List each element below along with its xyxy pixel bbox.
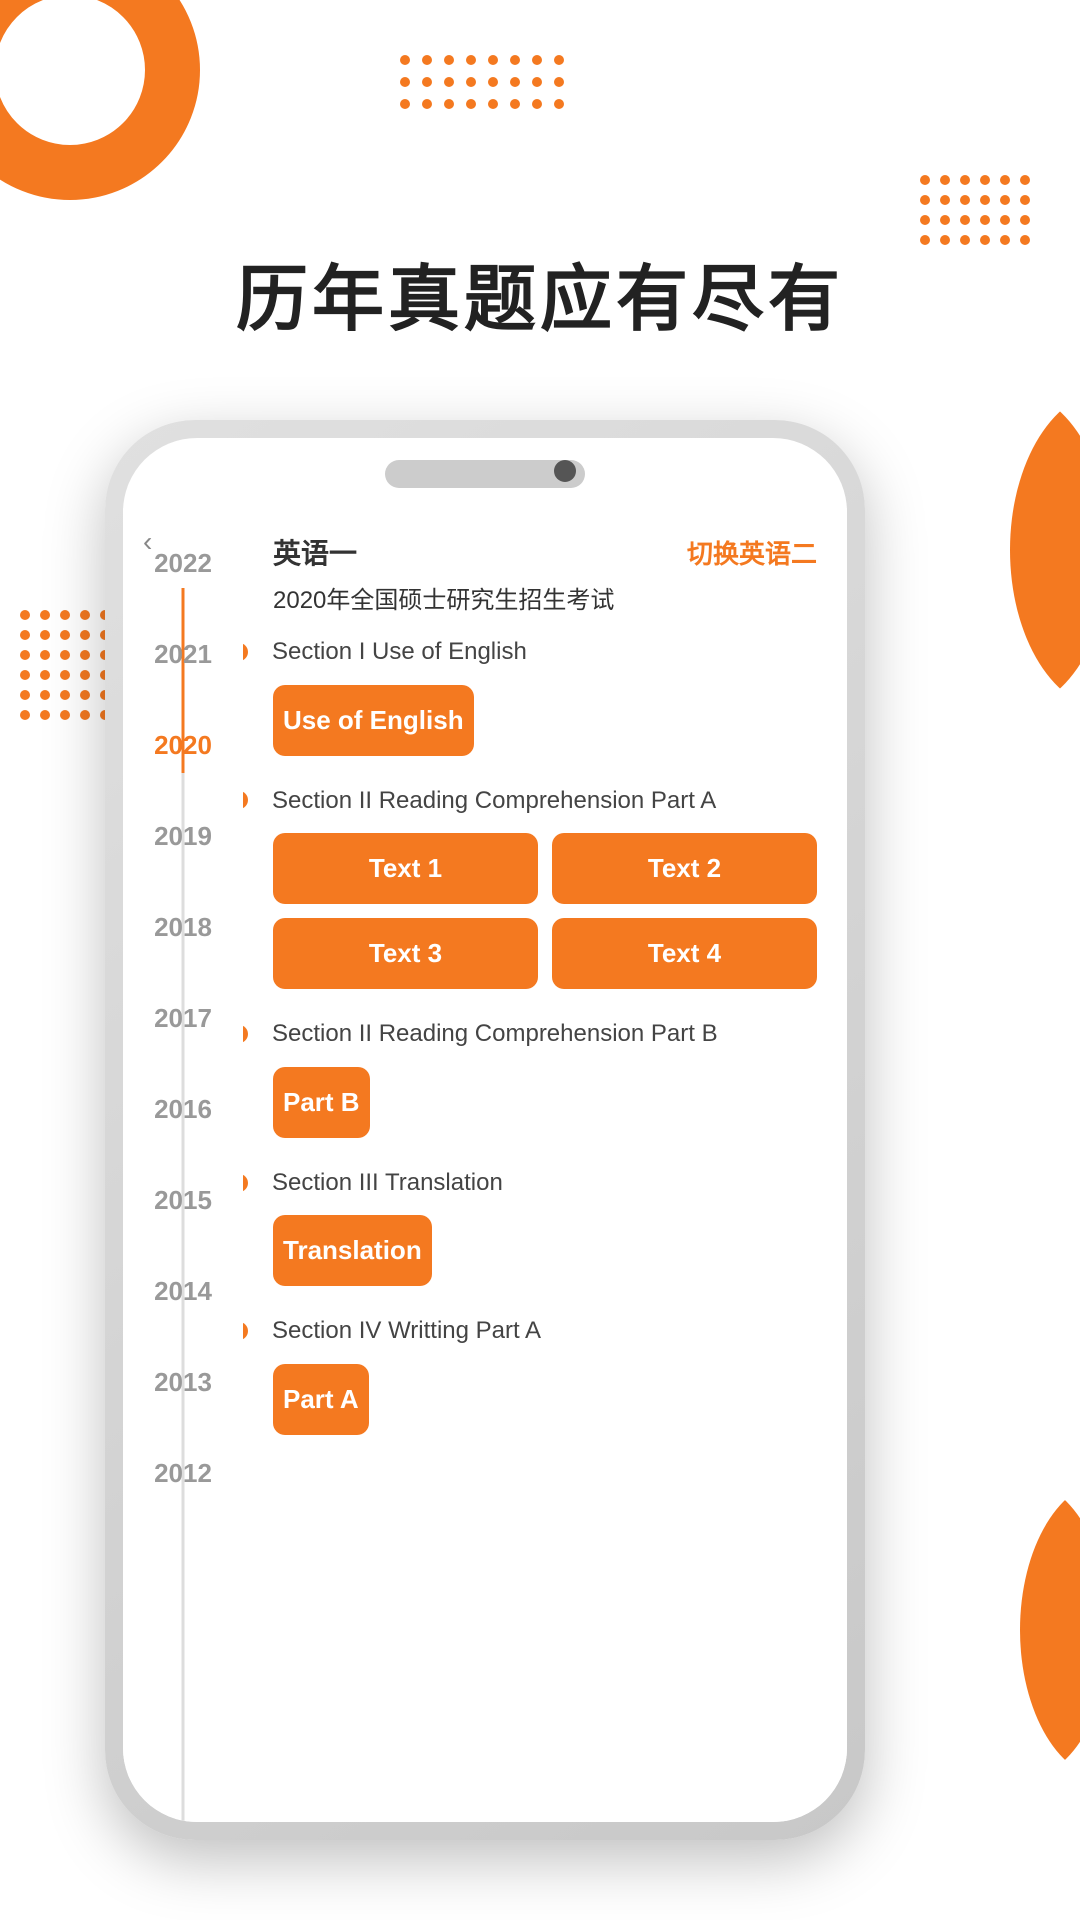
year-2016[interactable]: 2016 <box>154 1094 212 1125</box>
text4-button[interactable]: Text 4 <box>552 918 817 989</box>
switch-subject-button[interactable]: 切换英语二 <box>687 534 817 571</box>
section2a-buttons: Text 1 Text 2 Text 3 Text 4 <box>273 833 817 989</box>
section-reading-part-a: Section II Reading Comprehension Part A … <box>273 784 817 990</box>
year-2014[interactable]: 2014 <box>154 1276 212 1307</box>
section1-header: Section I Use of English <box>273 635 817 669</box>
part-b-button[interactable]: Part B <box>273 1067 370 1138</box>
section4-dot <box>243 1322 248 1340</box>
section3-title: Section III Translation <box>272 1166 503 1200</box>
section2a-header: Section II Reading Comprehension Part A <box>273 784 817 818</box>
section2b-buttons: Part B <box>273 1067 817 1138</box>
translation-button[interactable]: Translation <box>273 1215 432 1286</box>
section1-dot <box>243 643 248 661</box>
use-of-english-button[interactable]: Use of English <box>273 685 474 756</box>
section3-header: Section III Translation <box>273 1166 817 1200</box>
decorative-circle-top-left <box>0 0 200 200</box>
year-2012[interactable]: 2012 <box>154 1458 212 1489</box>
phone-camera <box>554 460 576 482</box>
phone-screen: ‹ 2022 2021 2020 2019 2018 2017 2016 201… <box>123 438 847 1822</box>
section2a-title: Section II Reading Comprehension Part A <box>272 784 716 818</box>
timeline-sidebar: ‹ 2022 2021 2020 2019 2018 2017 2016 201… <box>123 508 243 1822</box>
decorative-arc-right-lower <box>930 1480 1080 1780</box>
phone-mockup: ‹ 2022 2021 2020 2019 2018 2017 2016 201… <box>105 420 865 1840</box>
section-reading-part-b: Section II Reading Comprehension Part B … <box>273 1017 817 1138</box>
decorative-dots-top-right <box>920 175 1030 245</box>
text3-button[interactable]: Text 3 <box>273 918 538 989</box>
section3-buttons: Translation <box>273 1215 817 1286</box>
section4-title: Section IV Writting Part A <box>272 1314 541 1348</box>
year-2019[interactable]: 2019 <box>154 821 212 852</box>
section3-dot <box>243 1174 248 1192</box>
text2-button[interactable]: Text 2 <box>552 833 817 904</box>
section2b-header: Section II Reading Comprehension Part B <box>273 1017 817 1051</box>
year-2015[interactable]: 2015 <box>154 1185 212 1216</box>
year-2022[interactable]: 2022 <box>154 548 212 579</box>
subject-label: 英语一 <box>273 532 357 572</box>
text1-button[interactable]: Text 1 <box>273 833 538 904</box>
decorative-dots-left-mid <box>20 610 110 720</box>
section1-buttons: Use of English <box>273 685 817 756</box>
section4-buttons: Part A <box>273 1364 817 1435</box>
part-a-button[interactable]: Part A <box>273 1364 369 1435</box>
section2a-dot <box>243 791 248 809</box>
decorative-dots-top-center <box>400 55 564 109</box>
decorative-arc-right-upper <box>910 390 1080 710</box>
section2b-dot <box>243 1025 248 1043</box>
section4-header: Section IV Writting Part A <box>273 1314 817 1348</box>
exam-year-title: 2020年全国硕士研究生招生考试 <box>273 580 817 615</box>
section-use-of-english: Section I Use of English Use of English <box>273 635 817 756</box>
year-2013[interactable]: 2013 <box>154 1367 212 1398</box>
section1-title: Section I Use of English <box>272 635 527 669</box>
section-writing-part-a: Section IV Writting Part A Part A <box>273 1314 817 1435</box>
screen-content: ‹ 2022 2021 2020 2019 2018 2017 2016 201… <box>123 508 847 1822</box>
year-2021[interactable]: 2021 <box>154 639 212 670</box>
page-title: 历年真题应有尽有 <box>80 240 1000 345</box>
content-panel: 英语一 切换英语二 2020年全国硕士研究生招生考试 Section I Use… <box>243 508 847 1822</box>
year-2018[interactable]: 2018 <box>154 912 212 943</box>
year-2017[interactable]: 2017 <box>154 1003 212 1034</box>
content-header: 英语一 切换英语二 <box>273 532 817 572</box>
phone-outer-shell: ‹ 2022 2021 2020 2019 2018 2017 2016 201… <box>105 420 865 1840</box>
back-button[interactable]: ‹ <box>143 526 152 558</box>
section-translation: Section III Translation Translation <box>273 1166 817 1287</box>
year-2020[interactable]: 2020 <box>154 730 212 761</box>
section2b-title: Section II Reading Comprehension Part B <box>272 1017 718 1051</box>
